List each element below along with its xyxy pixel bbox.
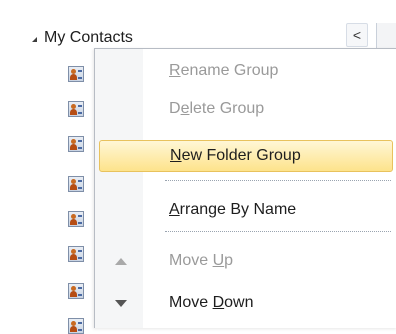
move-down-arrow-icon (115, 298, 127, 308)
menu-item-arrange-by-name[interactable]: Arrange By Name (99, 194, 393, 226)
context-menu: Rename Group Delete Group New Folder Gro… (94, 48, 396, 328)
menu-item-label: Rename Group (169, 62, 279, 79)
move-up-arrow-icon (115, 256, 127, 266)
menu-item-label: Move Up (169, 252, 234, 269)
menu-item-label: Move Down (169, 294, 254, 311)
contact-card-icon[interactable] (68, 136, 84, 152)
menu-item-label: Arrange By Name (169, 201, 297, 218)
contact-card-icon[interactable] (68, 101, 84, 117)
menu-item-delete-group[interactable]: Delete Group (99, 93, 393, 125)
expanded-caret-icon[interactable] (32, 36, 37, 42)
contact-card-icon[interactable] (68, 211, 84, 227)
contact-card-icon[interactable] (68, 66, 84, 82)
menu-item-move-down[interactable]: Move Down (99, 287, 393, 319)
menu-item-label: New Folder Group (170, 147, 301, 164)
chevron-left-icon: < (352, 27, 362, 43)
group-title: My Contacts (44, 29, 133, 46)
menu-item-rename-group[interactable]: Rename Group (99, 55, 393, 87)
menu-separator (165, 180, 391, 181)
menu-item-new-folder-group[interactable]: New Folder Group (99, 140, 393, 172)
contact-card-icon[interactable] (68, 246, 84, 262)
collapse-pane-button[interactable]: < (346, 23, 368, 47)
contact-card-icon[interactable] (68, 283, 84, 299)
contact-card-icon[interactable] (68, 176, 84, 192)
contact-card-icon[interactable] (68, 318, 84, 334)
menu-separator (165, 231, 391, 232)
menu-item-label: Delete Group (169, 100, 265, 117)
menu-item-move-up[interactable]: Move Up (99, 245, 393, 277)
my-contacts-group-header[interactable]: My Contacts (32, 27, 133, 49)
